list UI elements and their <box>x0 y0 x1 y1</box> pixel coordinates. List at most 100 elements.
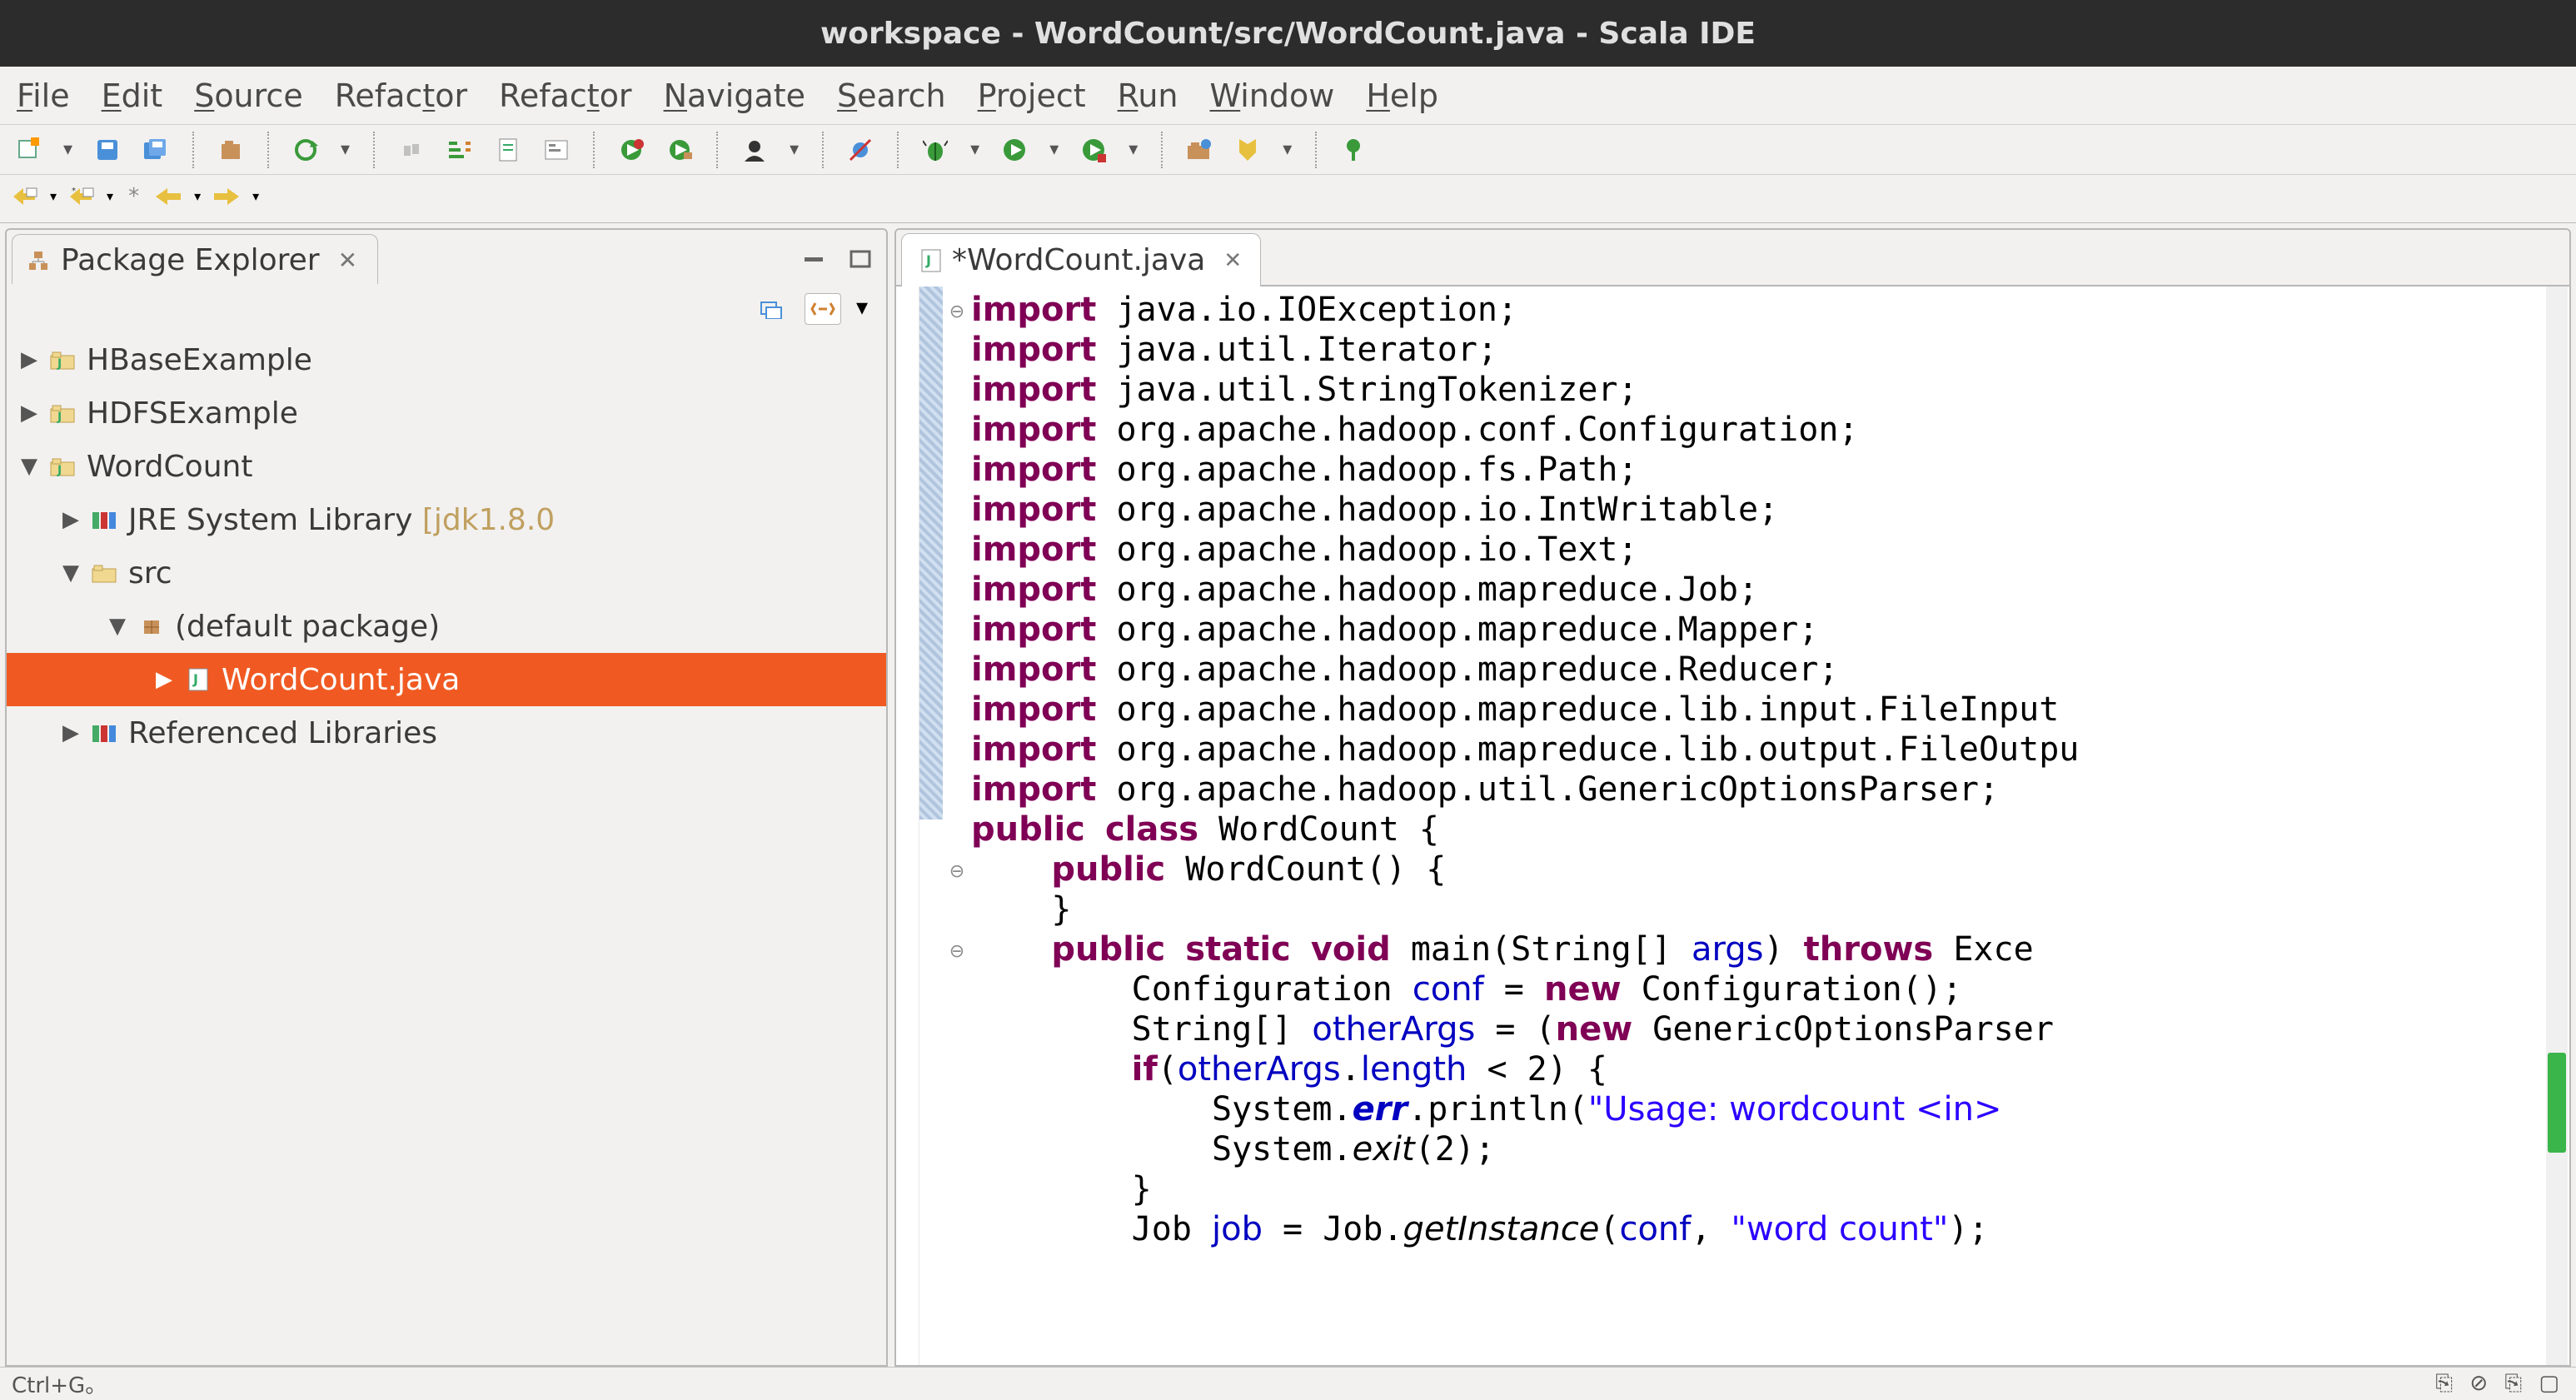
pin-button[interactable] <box>1337 133 1370 167</box>
collapse-all-button[interactable] <box>753 293 790 325</box>
debug-button[interactable] <box>919 133 952 167</box>
svg-text:J: J <box>57 411 62 424</box>
menu-search[interactable]: Search <box>837 77 946 114</box>
expand-chevron[interactable]: ▼ <box>60 560 82 585</box>
back-to-button[interactable]: * <box>68 185 95 208</box>
menu-run[interactable]: Run <box>1118 77 1178 114</box>
package-explorer-tab[interactable]: Package Explorer ✕ <box>12 234 378 284</box>
menu-edit[interactable]: Edit <box>102 77 163 114</box>
tree-label: HDFSExample <box>87 396 298 431</box>
link-button[interactable] <box>395 133 428 167</box>
tree-node[interactable]: ▶ J WordCount.java <box>7 653 886 706</box>
new-java-class-button[interactable] <box>491 133 525 167</box>
back-to-dropdown[interactable]: ▾ <box>107 188 113 204</box>
tree-label: WordCount.java <box>222 663 460 697</box>
tree-node[interactable]: ▼ src <box>7 546 886 600</box>
window-titlebar: workspace - WordCount/src/WordCount.java… <box>0 0 2576 67</box>
expand-chevron[interactable]: ▼ <box>107 614 128 639</box>
close-icon[interactable]: ✕ <box>338 247 357 274</box>
editor-presentation-button[interactable] <box>540 133 573 167</box>
maximize-icon[interactable] <box>846 248 874 270</box>
tree-label: Referenced Libraries <box>128 716 437 750</box>
forward-button[interactable] <box>212 187 241 207</box>
menu-file[interactable]: File <box>17 77 70 114</box>
menu-window[interactable]: Window <box>1209 77 1334 114</box>
link-with-editor-button[interactable] <box>805 293 841 325</box>
user-dropdown[interactable]: ▾ <box>786 139 802 160</box>
svg-text:*: * <box>72 187 76 196</box>
new-dropdown[interactable]: ▾ <box>60 139 76 160</box>
save-all-button[interactable] <box>139 133 172 167</box>
tree-node[interactable]: ▼ (default package) <box>7 600 886 653</box>
menu-project[interactable]: Project <box>978 77 1086 114</box>
coverage-button[interactable] <box>1077 133 1110 167</box>
package-explorer-tree[interactable]: ▶JHBaseExample▶JHDFSExample▼JWordCount▶J… <box>7 330 886 1365</box>
debug-launch-button[interactable] <box>615 133 648 167</box>
tree-node[interactable]: ▼JWordCount <box>7 440 886 493</box>
status-icons: ⎘ ⊘ ⎘ ▢ <box>2435 1371 2564 1397</box>
java-icon: J <box>183 667 213 692</box>
tree-label: src <box>128 556 172 590</box>
toggle-breadcrumb-button[interactable] <box>443 133 476 167</box>
back-dropdown[interactable]: ▾ <box>194 188 201 204</box>
last-edit-location-button[interactable] <box>12 185 38 208</box>
vertical-scrollbar[interactable] <box>2546 286 2568 1365</box>
coverage-dropdown[interactable]: ▾ <box>1125 139 1141 160</box>
bookmark-dropdown[interactable]: ▾ <box>1279 139 1295 160</box>
minimize-icon[interactable] <box>800 248 828 270</box>
status-text: Ctrl+G。 <box>12 1368 107 1399</box>
menu-help[interactable]: Help <box>1366 77 1438 114</box>
fold-column[interactable]: ⊖ ⊖ ⊖ <box>943 286 971 1365</box>
close-icon[interactable]: ✕ <box>1223 248 1242 273</box>
refresh-dropdown[interactable]: ▾ <box>337 139 353 160</box>
refresh-button[interactable] <box>289 133 322 167</box>
editor-overview-ruler <box>919 286 943 820</box>
main-toolbar: ▾ ▾ ▾ ▾ ▾ ▾ ▾ <box>0 125 2576 175</box>
menu-source[interactable]: Source <box>194 77 303 114</box>
menu-refactor[interactable]: Refactor <box>335 77 467 114</box>
expand-chevron[interactable]: ▶ <box>60 507 82 532</box>
back-button[interactable] <box>154 187 182 207</box>
editor-gutter <box>896 286 919 1365</box>
expand-chevron[interactable]: ▶ <box>60 720 82 745</box>
tree-node[interactable]: ▶ J HDFSExample <box>7 386 886 440</box>
source-code[interactable]: import java.io.IOException; import java.… <box>971 286 2569 1365</box>
open-type-button[interactable] <box>214 133 247 167</box>
expand-chevron[interactable]: ▶ <box>153 667 175 692</box>
bookmark-button[interactable] <box>1231 133 1264 167</box>
java-file-icon: J <box>920 248 942 273</box>
window-title: workspace - WordCount/src/WordCount.java… <box>820 17 1756 51</box>
forward-dropdown[interactable]: ▾ <box>252 188 259 204</box>
hierarchy-icon <box>27 250 49 272</box>
expand-chevron[interactable]: ▶ <box>18 347 40 372</box>
tree-label: (default package) <box>175 610 440 644</box>
run-launch-button[interactable] <box>663 133 696 167</box>
skip-breakpoints-button[interactable] <box>844 133 877 167</box>
pkg-icon <box>137 614 167 639</box>
svg-text:J: J <box>57 357 62 371</box>
debug-dropdown[interactable]: ▾ <box>967 139 983 160</box>
editor-body[interactable]: ⊖ ⊖ ⊖ import java.io.IOException; import… <box>896 286 2569 1365</box>
svg-text:J: J <box>925 252 931 268</box>
new-button[interactable] <box>12 133 45 167</box>
package-explorer-view: Package Explorer ✕ ▾ ▶ J HBaseExample ▶ J HDF… <box>5 228 888 1367</box>
run-dropdown[interactable]: ▾ <box>1046 139 1062 160</box>
svg-text:J: J <box>57 464 62 477</box>
menu-navigate[interactable]: Navigate <box>664 77 805 114</box>
workspace-area: Package Explorer ✕ ▾ ▶ J HBaseExample ▶ J HDF… <box>0 223 2576 1367</box>
open-task-button[interactable] <box>1183 133 1216 167</box>
editor-tab-wordcount[interactable]: J *WordCount.java ✕ <box>901 233 1261 286</box>
tree-node[interactable]: ▶ J HBaseExample <box>7 333 886 386</box>
tree-label: HBaseExample <box>87 343 312 377</box>
user-button[interactable] <box>738 133 771 167</box>
run-button[interactable] <box>998 133 1031 167</box>
tree-node[interactable]: ▶ Referenced Libraries <box>7 706 886 760</box>
expand-chevron[interactable]: ▼ <box>18 454 40 479</box>
last-edit-dropdown[interactable]: ▾ <box>50 188 57 204</box>
tree-node[interactable]: ▶JRE System Library [jdk1.8.0 <box>7 493 886 546</box>
expand-chevron[interactable]: ▶ <box>18 401 40 426</box>
save-button[interactable] <box>91 133 124 167</box>
view-menu-dropdown[interactable]: ▾ <box>856 293 868 325</box>
lib-icon <box>90 507 120 532</box>
menu-refactor[interactable]: Refactor <box>499 77 631 114</box>
